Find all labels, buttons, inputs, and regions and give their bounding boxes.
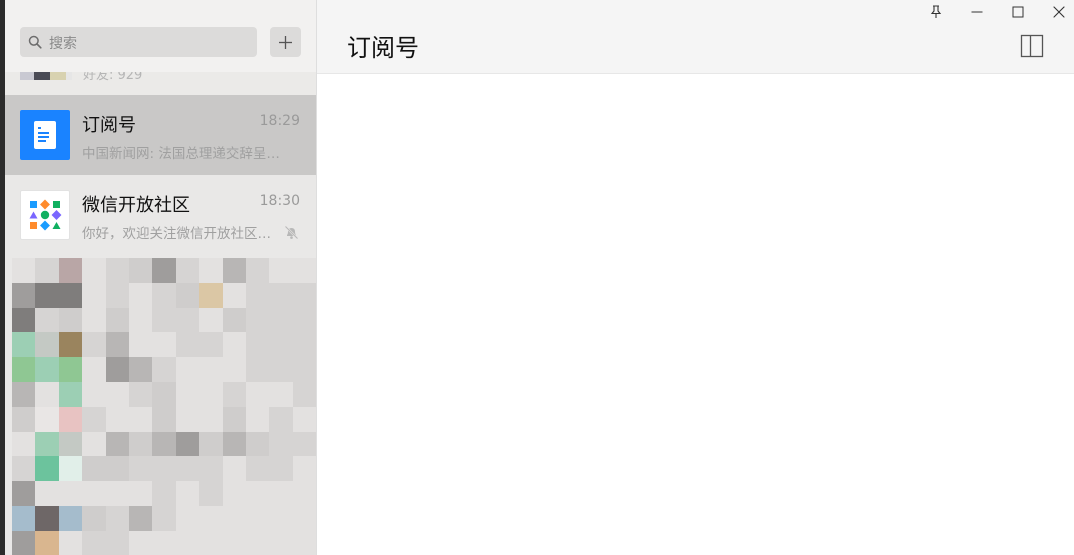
minimize-button[interactable] bbox=[957, 0, 997, 24]
chat-item-open-community[interactable]: 微信开放社区 18:30 你好，欢迎关注微信开放社区… bbox=[5, 175, 316, 255]
add-chat-button[interactable] bbox=[270, 27, 301, 57]
subscription-icon bbox=[20, 110, 70, 160]
chat-list: 好友: 929 订阅号 18:29 中国新闻网: 法国总理递交辞呈… 微信开放社… bbox=[5, 72, 316, 255]
wechat-window: 搜索 好友: 929 订阅号 18:29 中国新闻网: 法国总理递交辞呈… 微信… bbox=[5, 0, 1074, 555]
pin-button[interactable] bbox=[916, 0, 956, 24]
side-panel-icon bbox=[1020, 34, 1044, 58]
page-title: 订阅号 bbox=[347, 34, 419, 62]
chat-time: 18:30 bbox=[259, 193, 300, 209]
plus-icon bbox=[279, 36, 292, 49]
chat-item-subscriptions[interactable]: 订阅号 18:29 中国新闻网: 法国总理递交辞呈… bbox=[5, 95, 316, 175]
chat-name: 微信开放社区 bbox=[82, 195, 190, 216]
chat-pane: 订阅号 bbox=[317, 0, 1074, 555]
pixelated-content bbox=[12, 258, 316, 555]
chat-preview: 你好，欢迎关注微信开放社区… bbox=[82, 226, 271, 242]
close-icon bbox=[1053, 6, 1065, 18]
maximize-icon bbox=[1012, 6, 1024, 18]
minimize-icon bbox=[971, 11, 983, 13]
chat-name: 订阅号 bbox=[82, 115, 136, 136]
sidebar-header: 搜索 bbox=[5, 0, 316, 72]
list-item-preview: 好友: 929 bbox=[83, 72, 143, 83]
chat-time: 18:29 bbox=[259, 113, 300, 129]
chat-preview: 中国新闻网: 法国总理递交辞呈… bbox=[82, 146, 280, 162]
close-button[interactable] bbox=[1039, 0, 1074, 24]
chat-sidebar: 搜索 好友: 929 订阅号 18:29 中国新闻网: 法国总理递交辞呈… 微信… bbox=[5, 0, 316, 555]
list-item-partial[interactable]: 好友: 929 bbox=[5, 72, 316, 95]
mute-bell-icon bbox=[284, 225, 299, 240]
pin-icon bbox=[930, 5, 942, 18]
search-input[interactable]: 搜索 bbox=[20, 27, 257, 57]
avatar bbox=[20, 72, 72, 80]
search-icon bbox=[28, 35, 42, 49]
maximize-button[interactable] bbox=[998, 0, 1038, 24]
chat-header: 订阅号 bbox=[317, 0, 1074, 74]
open-community-logo bbox=[20, 190, 70, 240]
side-panel-toggle-button[interactable] bbox=[1020, 34, 1044, 58]
search-placeholder: 搜索 bbox=[49, 36, 77, 52]
